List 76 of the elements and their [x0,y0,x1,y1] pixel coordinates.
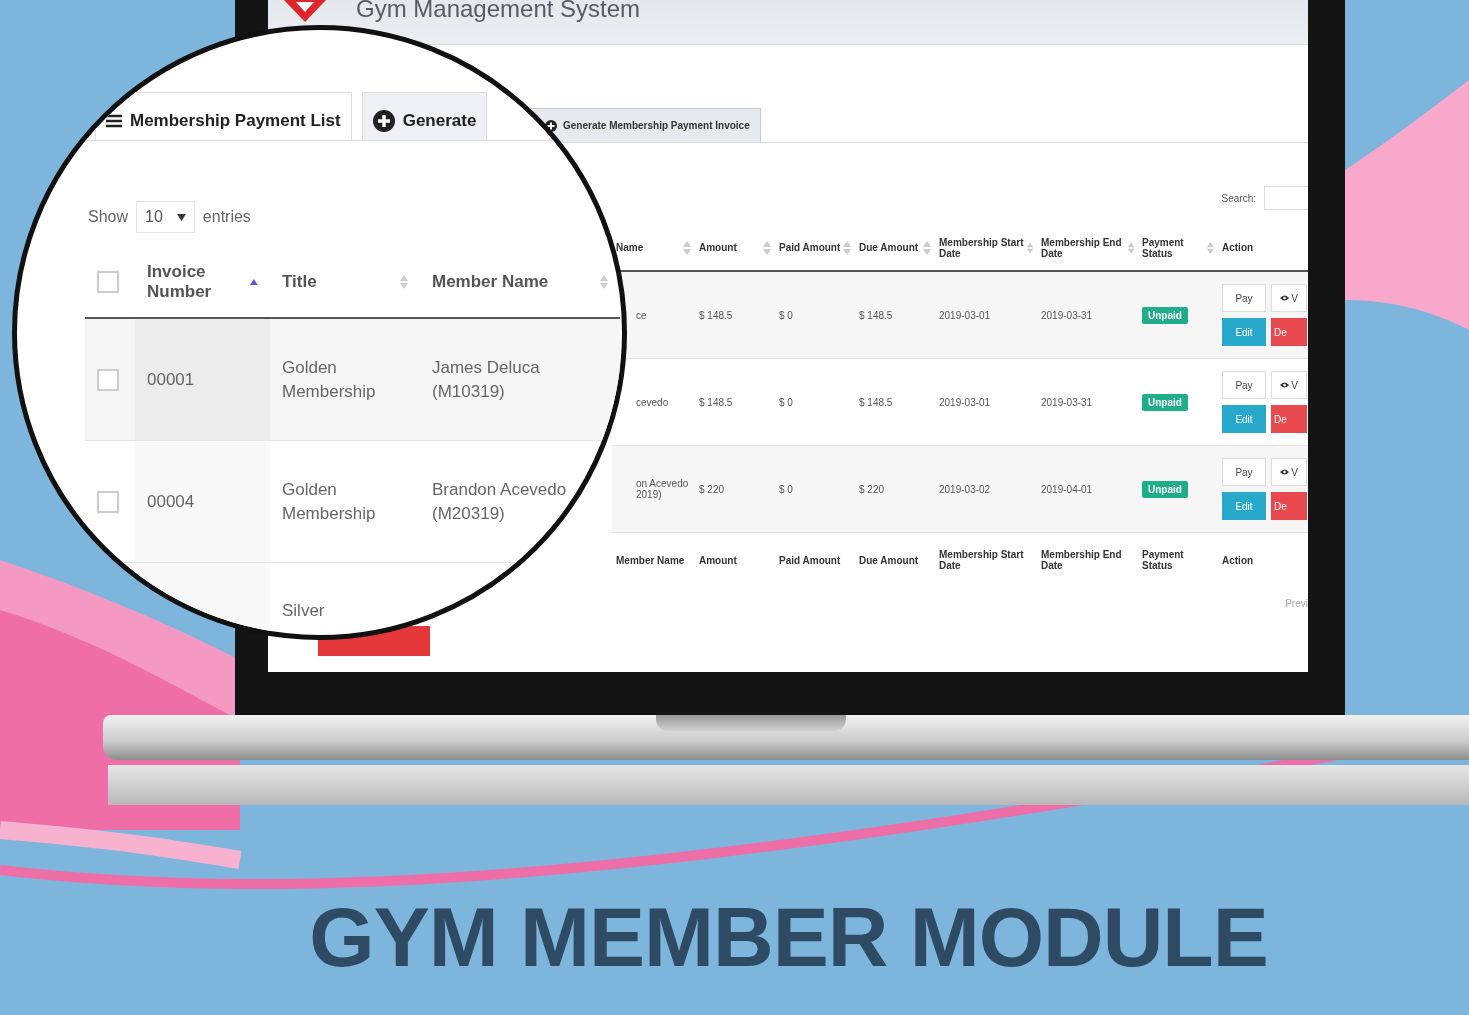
delete-button[interactable]: De [1271,318,1307,346]
table-cell: $ 148.5 [859,309,893,321]
tab[interactable]: Membership Payment List [95,92,352,140]
column-header[interactable]: Invoice Number [147,262,247,302]
logo-icon [282,0,328,22]
column-header[interactable]: Due Amount [859,242,919,253]
tab[interactable]: Generate [361,92,488,140]
table-cell-text: Silver [282,600,326,622]
entries-label: entries [202,208,251,226]
table-cell-text: James Deluca (M10319) [432,356,541,403]
table-cell: ce [636,309,647,321]
eye-icon [1280,382,1290,388]
search-field[interactable] [1264,186,1308,210]
column-header[interactable]: Title [282,272,317,292]
view-button[interactable]: V [1271,371,1307,399]
status-badge: Unpaid [1142,393,1188,411]
column-footer: Member Name [616,554,685,566]
pay-button[interactable]: Pay [1222,371,1266,399]
table-cell: $ 0 [779,483,793,495]
row-checkbox[interactable] [97,368,119,391]
table-cell-text: Golden Membership [282,356,377,403]
app-title: Gym Management System [356,0,641,20]
table-cell: $ 0 [779,396,793,408]
table-cell: $ 220 [699,483,725,495]
table-cell: 2019-03-01 [939,309,991,321]
column-header[interactable]: Membership End Date [1041,236,1126,259]
table-cell: 2019-03-31 [1041,309,1093,321]
table-cell: $ 148.5 [699,396,733,408]
eye-icon [1280,469,1290,475]
search-label: Search: [1221,192,1256,204]
column-footer: Membership Start Date [939,549,1024,571]
status-badge: Unpaid [1142,480,1188,498]
status-badge: Unpaid [1142,306,1188,324]
caption-heading: GYM MEMBER MODULE [308,889,1269,986]
view-button[interactable]: V [1271,458,1307,486]
table-cell: 2019-04-01 [1041,483,1093,495]
column-footer: Due Amount [859,554,919,566]
column-footer: Membership End Date [1041,549,1122,571]
select-all-checkbox[interactable] [97,271,119,293]
table-cell-text: Golden Membership [282,478,377,525]
column-footer: Payment Status [1142,549,1184,571]
table-cell: $ 148.5 [859,396,893,408]
table-cell: $ 220 [859,483,885,495]
tab[interactable]: Generate Membership Payment Invoice [530,108,761,142]
table-cell: $ 0 [779,309,793,321]
pay-button[interactable]: Pay [1222,284,1266,312]
table-cell-text: Brandon Acevedo (M20319) [432,478,568,525]
table-cell: 00004 [147,491,195,511]
column-header[interactable]: Action [1222,242,1254,253]
table-cell: 00001 [147,369,195,389]
column-header[interactable]: Amount [699,242,737,253]
column-header[interactable]: Payment Status [1142,236,1206,259]
show-label: Show [88,208,129,226]
column-header[interactable]: Paid Amount [779,242,841,253]
table-cell: 2019-03-02 [939,483,991,495]
column-header[interactable]: Member Name [432,272,549,292]
view-button[interactable]: V [1271,284,1307,312]
menu-icon [106,113,122,128]
column-header[interactable]: Membership Start Date [939,236,1025,259]
table-cell: 2019-03-31 [1041,396,1093,408]
column-header[interactable]: Name [616,242,644,253]
table-cell: $ 148.5 [699,309,733,321]
column-footer: Paid Amount [779,554,841,566]
table-cell: cevedo [636,396,669,408]
delete-button[interactable]: De [1271,492,1307,520]
caret-icon [176,213,186,221]
delete-button[interactable]: De [1271,405,1307,433]
column-footer: Amount [699,554,737,566]
plus-circle-icon [372,109,395,132]
eye-icon [1280,295,1290,301]
entries-select[interactable]: 10 [136,201,195,233]
table-cell: on Acevedo 2019) [636,478,689,500]
table-cell: 2019-03-01 [939,396,991,408]
column-footer: Action [1222,554,1254,566]
row-checkbox[interactable] [97,490,119,513]
pay-button[interactable]: Pay [1222,458,1266,486]
